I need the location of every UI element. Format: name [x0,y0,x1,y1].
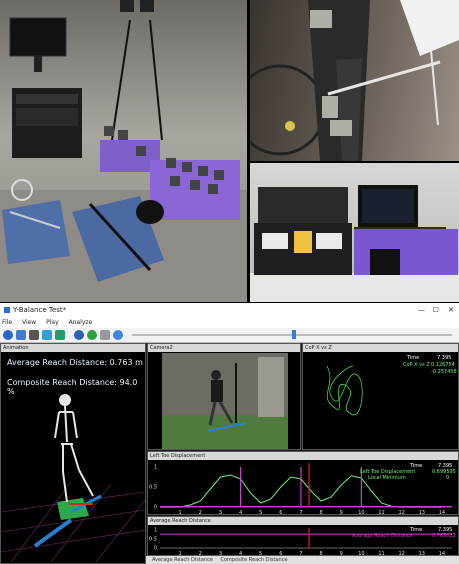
x-tick-label: 9 [340,510,343,515]
animation-panel: Animation Average Reach Distance: 0.763 … [0,343,146,564]
x-tick-label: 1 [179,510,182,515]
cop-panel: CoP X vs Z Time 7.395 CoP X vs Z 0.12675… [302,343,459,450]
y-tick-label: 1 [154,527,157,533]
menu-play[interactable]: Play [46,319,59,326]
x-tick-label: 14 [439,510,445,515]
cop-row1-value1: 0.126754 [431,362,455,368]
close-button[interactable]: ✕ [448,303,454,317]
camera-panel: Camera2 [147,343,301,450]
x-tick-label: 2 [199,510,202,515]
refresh-icon[interactable] [74,330,84,340]
play-icon[interactable] [87,330,97,340]
menu-view[interactable]: View [22,319,36,326]
y-tick-label: 0.5 [149,536,157,542]
cop-panel-title: CoP X vs Z [305,345,332,351]
animation-panel-title: Animation [3,345,29,351]
tab-composite-reach-distance[interactable]: Composite Reach Distance [220,557,287,563]
equipment-photo [0,0,247,302]
save-icon[interactable] [29,330,39,340]
menu-file[interactable]: File [2,319,12,326]
toe-displacement-panel: Left Toe Displacement 1 0.5 0 1 2 3 4 5 6 7 8 9 10 11… [147,451,459,515]
cop-time-label: Time [407,355,420,361]
y-tick-label: 0.5 [149,485,157,491]
skeleton-3d-view[interactable] [1,392,145,562]
x-tick-label: 4 [239,510,242,515]
toe-row2-value: 0 [446,475,450,481]
reach-panel-title: Average Reach Distance [150,518,211,524]
reach-panel-header: Average Reach Distance [148,517,458,525]
x-tick-label: 5 [259,510,262,515]
cop-trace-plot [326,365,363,416]
x-tick-label: 13 [419,510,425,515]
cop-time-value: 7.395 [437,355,452,361]
chart-icon[interactable] [55,330,65,340]
x-tick-label: 10 [358,510,364,515]
toe-row1-value: 0.699595 [432,469,456,475]
reach-row1-label: Average Reach Distance [352,533,413,539]
x-tick-label: 7 [299,510,302,515]
marker-placement-art [250,0,459,161]
x-tick-label: 12 [398,510,404,515]
x-tick-label: 3 [219,510,222,515]
maximize-button[interactable]: ☐ [433,303,439,317]
floor-grid [1,481,145,562]
x-tick-label: 8 [320,510,323,515]
skeleton-figure [54,394,94,503]
x-tick-label: 6 [279,510,282,515]
window-title: Y-Balance Test* [13,306,67,314]
equipment-photo-art [0,0,247,302]
record-icon[interactable] [113,330,123,340]
average-reach-label: Average Reach Distance: 0.763 m [7,358,143,367]
minimize-button[interactable]: — [418,303,425,317]
x-tick-label: 11 [378,510,384,515]
marker-placement-photo [250,0,459,161]
cop-trace-line [326,365,363,416]
tab-average-reach-distance[interactable]: Average Reach Distance [152,557,213,563]
bottom-tab-bar: Average Reach Distance Composite Reach D… [146,556,459,564]
toolbar [0,328,459,343]
camera-panel-title: Camera2 [150,345,173,351]
reach-distance-panel: Average Reach Distance 1 0.5 0 1 2 3 4 5 6 7 8 9 10 1… [147,516,459,556]
toe-row2-label: Local Minimum [368,475,406,481]
camera-video-frame[interactable] [162,353,288,449]
system-case-photo [250,163,459,302]
toe-panel-header: Left Toe Displacement [148,452,458,460]
force-plate [57,498,89,520]
animation-panel-header: Animation [1,344,145,352]
reach-row1-value: 0.763022 [432,533,456,539]
cop-row1-label: CoP X vs Z [403,362,430,368]
cop-row1-value2: -0.257458 [431,369,457,375]
y-tick-label: 1 [154,465,157,471]
open-icon[interactable] [16,330,26,340]
y-tick-label: 0 [154,546,157,552]
toe-panel-title: Left Toe Displacement [150,453,206,459]
system-case-art [250,185,459,302]
menu-analyze[interactable]: Analyze [69,319,93,326]
camera-panel-header: Camera2 [148,344,300,352]
timeline-thumb[interactable] [292,330,296,339]
title-bar: Y-Balance Test* — ☐ ✕ [0,303,459,317]
pause-icon[interactable] [100,330,110,340]
y-tick-label: 0 [154,505,157,511]
app-logo-icon [4,307,10,313]
cop-panel-header: CoP X vs Z [303,344,458,352]
menu-bar: File View Play Analyze [0,317,459,328]
app-window: Y-Balance Test* — ☐ ✕ File View Play Ana… [0,303,459,564]
info-icon[interactable] [3,330,13,340]
export-icon[interactable] [42,330,52,340]
